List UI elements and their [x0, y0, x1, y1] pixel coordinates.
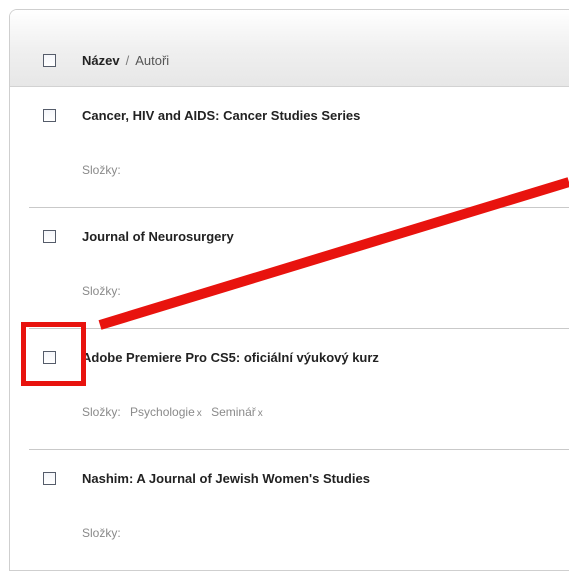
folders-label: Složky:	[82, 526, 121, 540]
row-folders: Složky:	[82, 163, 121, 177]
document-title[interactable]: Adobe Premiere Pro CS5: oficiální výukov…	[82, 350, 379, 365]
header-authors-label: Autoři	[135, 53, 170, 68]
folder-tag-label: Psychologie	[130, 405, 195, 419]
select-all-checkbox[interactable]	[43, 54, 56, 67]
document-title[interactable]: Journal of Neurosurgery	[82, 229, 234, 244]
list-item: Nashim: A Journal of Jewish Women's Stud…	[10, 450, 569, 570]
folder-tag-label: Seminář	[211, 405, 256, 419]
folders-label: Složky:	[82, 163, 121, 177]
list-item: Cancer, HIV and AIDS: Cancer Studies Ser…	[10, 87, 569, 208]
header-separator: /	[125, 53, 130, 68]
row-checkbox[interactable]	[43, 472, 56, 485]
list-header: Název / Autoři	[10, 10, 569, 87]
document-list-panel: Název / Autoři Cancer, HIV and AIDS: Cance…	[9, 9, 569, 571]
remove-folder-icon[interactable]: x	[258, 408, 263, 419]
row-folders: Složky:	[82, 284, 121, 298]
row-checkbox[interactable]	[43, 109, 56, 122]
row-folders: Složky:	[82, 526, 121, 540]
folders-label: Složky:	[82, 405, 121, 419]
row-folders: Složky: Psychologie x Seminář x	[82, 405, 263, 419]
row-checkbox[interactable]	[43, 230, 56, 243]
folder-tag-seminar[interactable]: Seminář x	[211, 405, 263, 419]
header-title-label: Název	[82, 53, 120, 68]
folder-tag-psychologie[interactable]: Psychologie x	[130, 405, 202, 419]
remove-folder-icon[interactable]: x	[197, 408, 202, 419]
list-item: Journal of Neurosurgery Složky:	[10, 208, 569, 329]
document-title[interactable]: Nashim: A Journal of Jewish Women's Stud…	[82, 471, 370, 486]
list-item: Adobe Premiere Pro CS5: oficiální výukov…	[10, 329, 569, 450]
document-title[interactable]: Cancer, HIV and AIDS: Cancer Studies Ser…	[82, 108, 360, 123]
row-checkbox[interactable]	[43, 351, 56, 364]
folders-label: Složky:	[82, 284, 121, 298]
column-header-title[interactable]: Název / Autoři	[82, 53, 169, 68]
